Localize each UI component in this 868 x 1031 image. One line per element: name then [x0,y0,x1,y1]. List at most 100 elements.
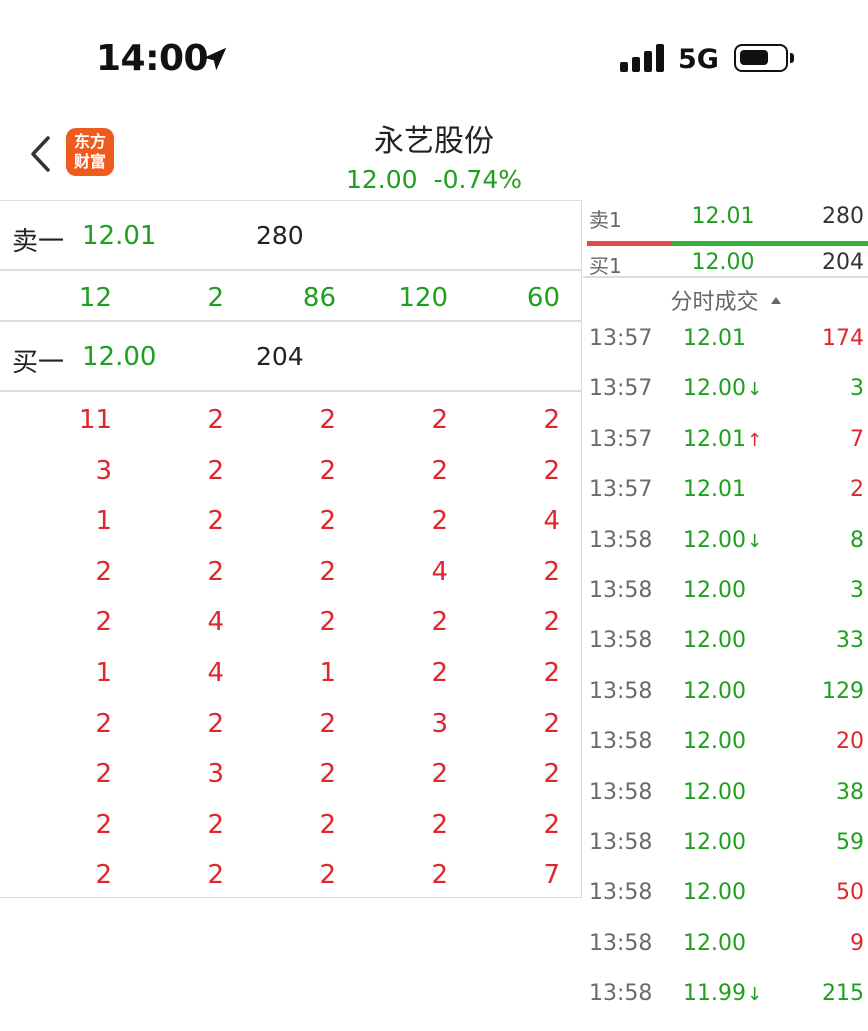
tick-time: 13:58 [589,779,653,805]
right-sell1-price: 12.01 [691,204,755,229]
tick-price-value: 12.00 [683,830,746,855]
tick-row[interactable]: 13:58 12.00 50 [583,880,868,930]
battery-tip [790,53,794,63]
tick-time: 13:58 [589,578,653,603]
buy-queue-cell: 2 [319,759,336,790]
buy-queue-cell: 2 [95,809,112,840]
tick-row[interactable]: 13:58 12.00 38 [583,780,868,830]
buy-queue-cell: 2 [431,809,448,840]
stock-price-change: 12.00 -0.74% [0,165,868,194]
buy-queue-cell: 2 [543,455,560,486]
buy-queue-cell: 2 [207,809,224,840]
tick-price-value: 12.01 [683,326,746,351]
tick-volume: 129 [822,678,864,704]
tick-time: 13:58 [589,729,653,755]
sell-queue-cell: 120 [398,283,448,313]
sell1-price: 12.01 [82,221,157,251]
buy-queue-cell: 2 [95,607,112,638]
tick-row[interactable]: 13:58 12.00 20 [583,729,868,779]
stock-price: 12.00 [345,165,418,194]
tick-row[interactable]: 13:58 12.00 33 [583,628,868,678]
tick-price: 12.00↓ [683,528,813,553]
tick-volume: 7 [850,426,864,452]
buy-queue-cell: 4 [431,556,448,587]
tick-volume: 33 [836,628,864,654]
tick-volume: 9 [850,930,864,956]
buy1-volume: 204 [256,342,304,371]
buy-ratio-bar [671,241,868,246]
buy1-price: 12.00 [82,342,157,372]
tick-price-value: 12.00 [683,628,746,654]
right-sell1-volume: 280 [822,204,864,229]
arrow-up-icon: ↑ [746,429,763,451]
sell-queue-cell: 2 [207,283,224,313]
tick-time: 13:58 [589,678,653,704]
tick-row[interactable]: 13:58 12.00 9 [583,931,868,981]
tick-row[interactable]: 13:57 12.00↓ 3 [583,376,868,426]
right-sell1-row[interactable]: 卖1 12.01 280 [583,204,868,244]
buy-queue-cell: 2 [319,556,336,587]
divider [0,269,581,271]
buy-queue-cell: 2 [207,860,224,891]
tick-price: 12.00 [683,729,813,754]
tick-time: 13:58 [589,628,653,654]
buy-queue-cell: 2 [207,506,224,537]
tick-price-value: 12.00 [683,880,746,906]
status-time: 14:00 [96,38,209,79]
buy-queue-cell: 2 [431,405,448,435]
buy-queue-cell: 2 [319,809,336,840]
tick-time: 13:58 [589,880,653,906]
tick-time: 13:57 [589,376,653,402]
buy-queue-cell: 2 [543,556,560,587]
tick-price-value: 12.00 [683,930,746,956]
tick-price-value: 12.00 [683,678,746,704]
tick-price-value: 12.00 [683,527,746,553]
tick-price: 12.00 [683,628,813,653]
tick-price: 12.00 [683,780,813,805]
buy-queue-cell: 2 [319,860,336,891]
buy-queue-cell: 2 [207,455,224,486]
sell1-volume: 280 [256,221,304,250]
sell-queue-cell: 86 [302,283,336,313]
buy-queue-cell: 2 [431,506,448,537]
tick-row[interactable]: 13:58 12.00 129 [583,679,868,729]
buy-queue-cell: 2 [95,759,112,790]
tick-price-value: 11.99 [683,981,746,1007]
ticks-header[interactable]: 分时成交 [583,284,868,316]
tick-row[interactable]: 13:58 12.00 59 [583,830,868,880]
tick-volume: 174 [822,326,864,351]
tick-row[interactable]: 13:58 12.00 3 [583,578,868,628]
buy-queue-cell: 2 [543,658,560,688]
tick-price: 12.00↓ [683,376,813,401]
tick-time: 13:58 [589,527,653,553]
tick-row[interactable]: 13:57 12.01↑ 7 [583,427,868,477]
tick-price: 12.00 [683,880,813,905]
arrow-down-icon: ↓ [746,530,763,552]
buy-queue-cell: 3 [431,708,448,739]
tick-volume: 59 [836,830,864,855]
tick-price: 12.00 [683,578,813,603]
buy-queue-cell: 2 [95,708,112,739]
buy1-label: 买一 [12,348,65,378]
tick-row[interactable]: 13:58 12.00↓ 8 [583,528,868,578]
tick-time: 13:57 [589,326,653,351]
signal-bars-icon [620,44,664,72]
buy-queue-cell: 2 [543,708,560,739]
sell-queue-cell: 12 [78,283,112,313]
tick-price-value: 12.01 [683,477,746,503]
tick-time: 13:58 [589,830,653,855]
sell1-row[interactable]: 卖一 12.01 280 [0,201,581,269]
sell1-label: 卖一 [12,227,65,257]
right-buy1-price: 12.00 [691,250,755,275]
tick-price: 11.99↓ [683,981,813,1006]
caret-up-icon [770,296,781,304]
buy1-row[interactable]: 买一 12.00 204 [0,322,581,390]
tick-volume: 2 [850,477,864,503]
right-sell1-label: 卖1 [589,208,622,232]
buy-queue-cell: 7 [543,860,560,891]
buy-queue-cell: 1 [95,658,112,688]
tick-row[interactable]: 13:57 12.01 2 [583,477,868,527]
tick-row[interactable]: 13:57 12.01 174 [583,326,868,376]
tick-price-value: 12.01 [683,426,746,452]
buy-queue-cell: 4 [207,607,224,638]
